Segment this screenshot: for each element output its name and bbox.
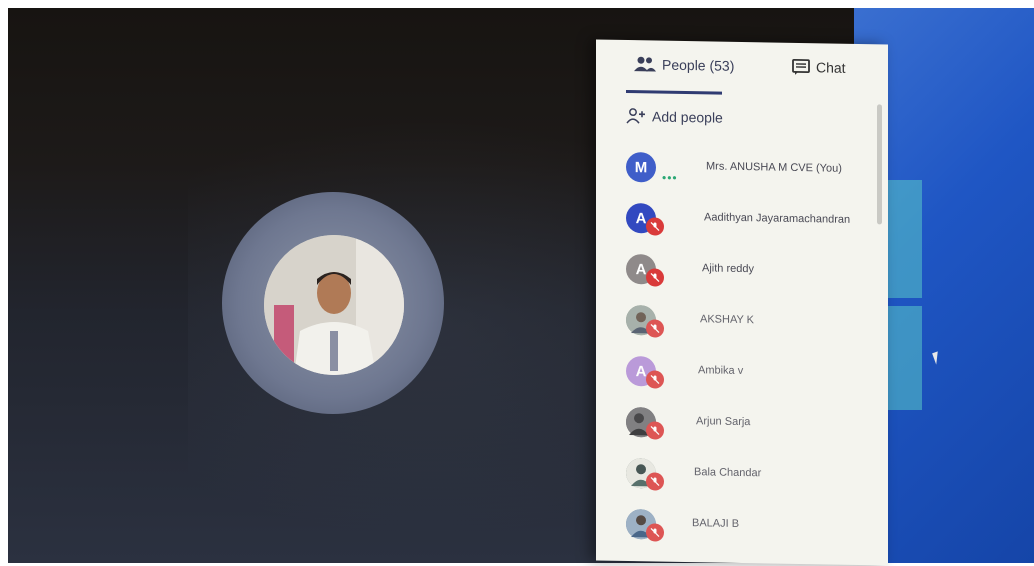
- participant-name: AKSHAY K: [700, 313, 754, 326]
- mic-off-icon: [646, 217, 664, 235]
- add-person-icon: [626, 108, 646, 124]
- people-panel: People (53) Chat Add people M ••• Mrs. A…: [596, 39, 888, 565]
- tab-people[interactable]: People (53): [634, 56, 734, 74]
- participant-row[interactable]: A Ajith reddy: [596, 243, 888, 299]
- participant-row[interactable]: AKSHAY K: [596, 294, 888, 350]
- mic-off-icon: [646, 421, 664, 439]
- panel-tabs: People (53) Chat: [596, 39, 888, 100]
- chat-icon: [792, 59, 810, 75]
- mic-off-icon: [646, 523, 664, 541]
- participant-name: Ajith reddy: [702, 262, 754, 275]
- tab-chat-label: Chat: [816, 59, 846, 76]
- participant-name: Aadithyan Jayaramachandran: [704, 211, 850, 226]
- tab-chat[interactable]: Chat: [792, 59, 846, 76]
- participant-row[interactable]: A Aadithyan Jayaramachandran: [596, 192, 888, 248]
- mic-off-icon: [646, 472, 664, 490]
- participant-row[interactable]: BALAJI B: [596, 498, 888, 554]
- participant-name: Arjun Sarja: [696, 415, 750, 428]
- avatar: M: [626, 152, 656, 183]
- windows-logo-tile: [884, 180, 922, 298]
- mic-off-icon: [646, 370, 664, 388]
- participant-row[interactable]: Arjun Sarja: [596, 396, 888, 452]
- participant-name: Ambika v: [698, 364, 743, 377]
- participant-row[interactable]: Bala Chandar: [596, 447, 888, 503]
- participant-name: Mrs. ANUSHA M CVE (You): [706, 160, 842, 174]
- participant-row[interactable]: A Ambika v: [596, 345, 888, 401]
- participant-name: Bala Chandar: [694, 466, 761, 479]
- mic-off-icon: [646, 319, 664, 337]
- person-photo-icon: [264, 235, 404, 375]
- mic-off-icon: [646, 268, 664, 286]
- windows-logo-tile: [884, 306, 922, 410]
- participant-row[interactable]: M ••• Mrs. ANUSHA M CVE (You): [596, 141, 888, 197]
- tab-people-label: People (53): [662, 57, 734, 74]
- add-people-button[interactable]: Add people: [626, 108, 723, 126]
- presenter-avatar: [264, 235, 404, 375]
- speaking-indicator-icon: •••: [662, 171, 678, 185]
- participant-list: M ••• Mrs. ANUSHA M CVE (You) A Aadithya…: [596, 141, 888, 554]
- people-icon: [634, 56, 656, 72]
- active-tab-indicator: [626, 90, 722, 95]
- participant-name: BALAJI B: [692, 517, 739, 530]
- add-people-label: Add people: [652, 108, 723, 125]
